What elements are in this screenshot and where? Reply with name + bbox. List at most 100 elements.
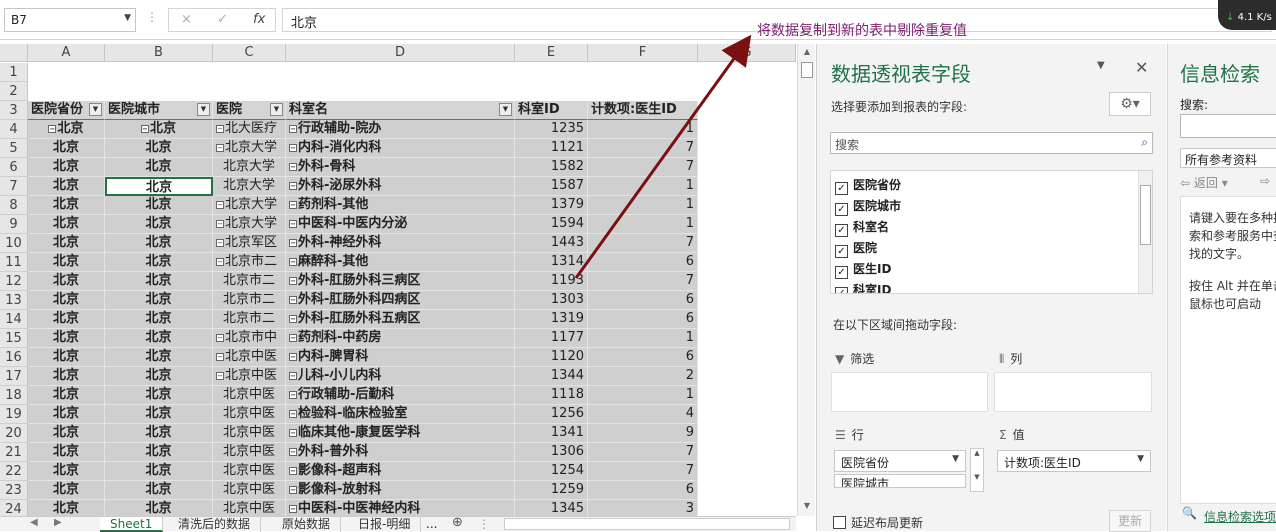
- cell-dept-id[interactable]: 1120: [515, 348, 588, 367]
- name-box[interactable]: B7 ▼: [4, 8, 136, 32]
- row-field-city[interactable]: 医院城市: [834, 474, 966, 488]
- cell-city[interactable]: 北京: [105, 424, 213, 443]
- value-field-count[interactable]: 计数项:医生ID ▼: [997, 450, 1151, 472]
- cell-hospital[interactable]: 北京中医: [213, 424, 286, 443]
- cell-hospital[interactable]: 北京中医: [213, 481, 286, 500]
- cell-city[interactable]: 北京: [105, 386, 213, 405]
- cell-dept-id[interactable]: 1303: [515, 291, 588, 310]
- row-field-province[interactable]: 医院省份 ▼: [834, 450, 966, 472]
- cell-city[interactable]: 北京: [105, 253, 213, 272]
- row-header[interactable]: 14: [0, 310, 28, 329]
- collapse-icon[interactable]: −: [216, 125, 224, 133]
- collapse-icon[interactable]: −: [216, 239, 224, 247]
- selected-cell[interactable]: 北京: [105, 177, 213, 196]
- cell-count[interactable]: 7: [588, 443, 698, 462]
- checkbox-checked-icon[interactable]: ✓: [835, 245, 848, 258]
- cell-province[interactable]: 北京: [28, 310, 105, 329]
- cell-province[interactable]: 北京: [28, 234, 105, 253]
- cell-province[interactable]: 北京: [28, 291, 105, 310]
- checkbox-checked-icon[interactable]: ✓: [835, 287, 848, 293]
- cell-dept[interactable]: − 影像科-放射科: [286, 481, 515, 500]
- row-header[interactable]: 11: [0, 253, 28, 272]
- cell-dept-id[interactable]: 1306: [515, 443, 588, 462]
- collapse-icon[interactable]: −: [289, 144, 297, 152]
- vertical-scrollbar[interactable]: ▲ ▼: [797, 44, 815, 516]
- cell-count[interactable]: 6: [588, 481, 698, 500]
- row-header[interactable]: 19: [0, 405, 28, 424]
- collapse-icon[interactable]: −: [289, 220, 297, 228]
- row-header[interactable]: 13: [0, 291, 28, 310]
- collapse-icon[interactable]: −: [289, 182, 297, 190]
- cell-count[interactable]: 7: [588, 234, 698, 253]
- scroll-up-icon[interactable]: ▲: [801, 47, 813, 59]
- cell-hospital[interactable]: 北京中医: [213, 405, 286, 424]
- research-options-link[interactable]: 信息检索选项: [1204, 508, 1276, 525]
- cell-hospital[interactable]: 北京中医: [213, 386, 286, 405]
- collapse-icon[interactable]: −: [289, 505, 297, 513]
- row-header[interactable]: 12: [0, 272, 28, 291]
- cell-dept[interactable]: − 儿科-小儿内科: [286, 367, 515, 386]
- cell-count[interactable]: 1: [588, 196, 698, 215]
- cell-hospital[interactable]: 北京中医: [213, 500, 286, 516]
- cell-dept[interactable]: − 影像科-超声科: [286, 462, 515, 481]
- cell-dept-id[interactable]: 1345: [515, 500, 588, 516]
- back-button[interactable]: ⇦ 返回 ▾: [1180, 174, 1250, 192]
- cell-count[interactable]: 7: [588, 158, 698, 177]
- cell-dept[interactable]: − 药剂科-中药房: [286, 329, 515, 348]
- cell-hospital[interactable]: 北京中医: [213, 443, 286, 462]
- row-header[interactable]: 23: [0, 481, 28, 500]
- cell-province[interactable]: 北京: [28, 253, 105, 272]
- add-sheet-icon[interactable]: ⊕: [452, 515, 463, 530]
- cell-dept-id[interactable]: 1259: [515, 481, 588, 500]
- cell-dept[interactable]: − 内科-消化内科: [286, 139, 515, 158]
- cell-city[interactable]: 北京: [105, 481, 213, 500]
- cell-count[interactable]: 6: [588, 291, 698, 310]
- cell-dept[interactable]: − 中医科-中医内分泌: [286, 215, 515, 234]
- cell-province[interactable]: 北京: [28, 272, 105, 291]
- column-drop-area[interactable]: [994, 372, 1152, 412]
- cell-count[interactable]: 6: [588, 253, 698, 272]
- cell-hospital[interactable]: − 北京中医: [213, 348, 286, 367]
- cell-count[interactable]: 7: [588, 272, 698, 291]
- update-button[interactable]: 更新: [1109, 510, 1151, 532]
- cell-dept[interactable]: − 外科-普外科: [286, 443, 515, 462]
- row-header[interactable]: 5: [0, 139, 28, 158]
- cell-count[interactable]: 1: [588, 177, 698, 196]
- row-header[interactable]: 8: [0, 196, 28, 215]
- cell-dept[interactable]: − 药剂科-其他: [286, 196, 515, 215]
- gear-icon[interactable]: ⚙▾: [1109, 92, 1151, 116]
- select-all-corner[interactable]: [0, 44, 28, 62]
- field-item[interactable]: ✓ 医院省份: [835, 175, 901, 195]
- cell-hospital[interactable]: − 北大医疗: [213, 120, 286, 139]
- collapse-icon[interactable]: −: [289, 277, 297, 285]
- row-header[interactable]: 10: [0, 234, 28, 253]
- cell-hospital[interactable]: − 北京军区: [213, 234, 286, 253]
- collapse-icon[interactable]: −: [289, 429, 297, 437]
- cell-dept-id[interactable]: 1582: [515, 158, 588, 177]
- cell-province[interactable]: 北京: [28, 462, 105, 481]
- cell-dept-id[interactable]: 1587: [515, 177, 588, 196]
- collapse-icon[interactable]: −: [289, 296, 297, 304]
- cell-dept[interactable]: − 检验科-临床检验室: [286, 405, 515, 424]
- cell-count[interactable]: 1: [588, 215, 698, 234]
- cell-province[interactable]: 北京: [28, 348, 105, 367]
- cell-count[interactable]: 6: [588, 310, 698, 329]
- cell-city[interactable]: 北京: [105, 500, 213, 516]
- cell-city[interactable]: 北京: [105, 367, 213, 386]
- cell-province[interactable]: 北京: [28, 405, 105, 424]
- header-hospital[interactable]: 医院 ▼: [213, 101, 286, 120]
- filter-dropdown-icon[interactable]: ▼: [197, 103, 210, 116]
- column-header[interactable]: B: [105, 44, 213, 62]
- cell-dept-id[interactable]: 1314: [515, 253, 588, 272]
- row-header[interactable]: 9: [0, 215, 28, 234]
- collapse-icon[interactable]: −: [216, 220, 224, 228]
- cell-dept-id[interactable]: 1235: [515, 120, 588, 139]
- cell-hospital[interactable]: 北京市二: [213, 272, 286, 291]
- cell-count[interactable]: 1: [588, 386, 698, 405]
- collapse-icon[interactable]: −: [289, 410, 297, 418]
- checkbox-checked-icon[interactable]: ✓: [835, 203, 848, 216]
- row-header[interactable]: 24: [0, 500, 28, 516]
- collapse-icon[interactable]: −: [289, 353, 297, 361]
- research-search-input[interactable]: [1180, 114, 1276, 138]
- chevron-down-icon[interactable]: ▼: [124, 13, 131, 23]
